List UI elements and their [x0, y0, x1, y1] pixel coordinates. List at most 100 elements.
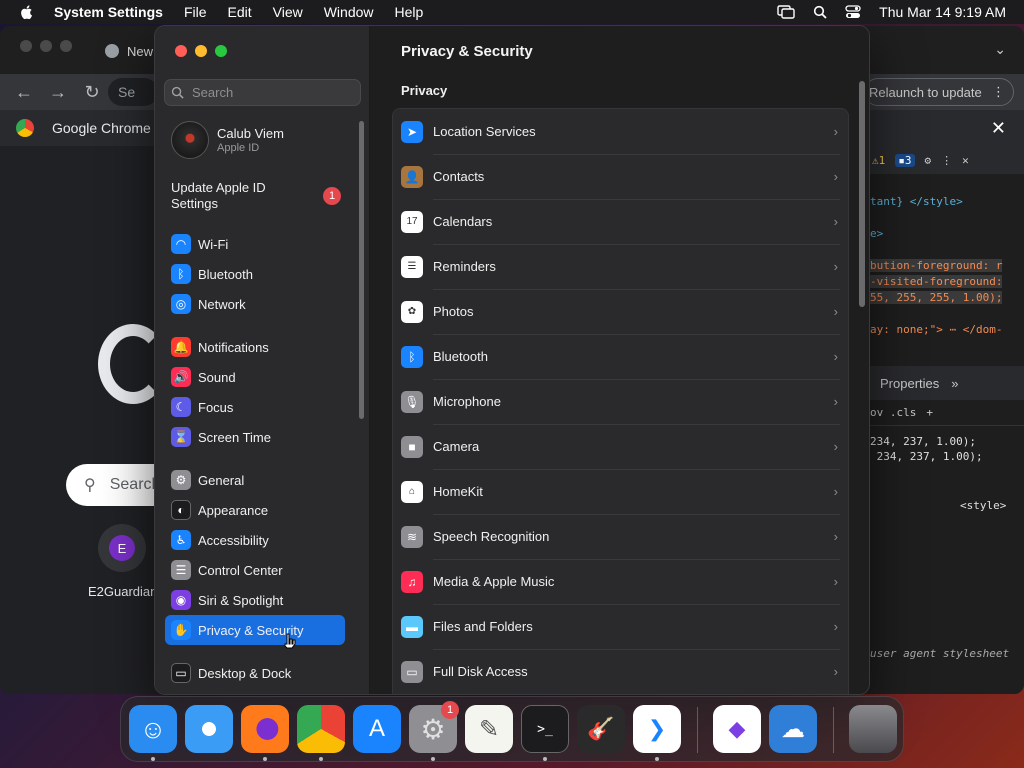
- tab-search-chevron-icon[interactable]: ⌄: [994, 41, 1006, 58]
- menu-edit[interactable]: Edit: [228, 4, 252, 20]
- sidebar-item[interactable]: ᛒ Bluetooth: [165, 259, 345, 289]
- weather-dock-icon[interactable]: ☁: [769, 705, 817, 753]
- menu-help[interactable]: Help: [395, 4, 424, 20]
- sidebar-item[interactable]: ◉ Siri & Spotlight: [165, 585, 345, 615]
- sidebar-search-field[interactable]: Search: [164, 79, 361, 106]
- terminal-dock-icon[interactable]: >_: [521, 705, 569, 753]
- privacy-row[interactable]: 👤 Contacts ›: [393, 154, 850, 199]
- privacy-row[interactable]: ♫ Media & Apple Music ›: [393, 559, 850, 604]
- sidebar-item-label: Appearance: [198, 502, 269, 518]
- chrome-tab-favicon-icon: [105, 44, 119, 58]
- add-rule-icon[interactable]: +: [926, 406, 933, 419]
- sidebar-item[interactable]: ✋ Privacy & Security: [165, 615, 345, 645]
- spotlight-search-icon[interactable]: [813, 5, 827, 19]
- gear-icon: ⚙: [171, 470, 191, 490]
- main-scrollbar[interactable]: [859, 81, 865, 307]
- search-placeholder: Search: [192, 85, 234, 100]
- devtools-close-icon[interactable]: ✕: [962, 154, 969, 167]
- disk-icon: ▭: [401, 660, 423, 683]
- moon-icon: ☾: [171, 397, 191, 417]
- close-button[interactable]: [175, 45, 187, 57]
- devtools-more-icon[interactable]: ⋮: [941, 154, 952, 167]
- safari-dock-icon[interactable]: [185, 705, 233, 753]
- sidebar-item-label: Siri & Spotlight: [198, 592, 284, 608]
- privacy-row[interactable]: ▬ Files and Folders ›: [393, 604, 850, 649]
- sidebar-item[interactable]: ⚙ General: [165, 465, 345, 495]
- shortcut-tile[interactable]: E: [98, 524, 148, 572]
- privacy-row-label: Reminders: [433, 259, 496, 274]
- back-arrow-icon[interactable]: ←: [14, 82, 34, 103]
- sidebar-item[interactable]: ☾ Focus: [165, 392, 345, 422]
- style-tag-label[interactable]: <style>: [960, 498, 1006, 513]
- message-count-badge[interactable]: ▪3: [895, 153, 915, 167]
- finder-dock-icon[interactable]: ☺: [129, 705, 177, 753]
- minimize-button[interactable]: [195, 45, 207, 57]
- chrome-menu-icon[interactable]: ⋮: [992, 84, 1005, 100]
- apple-id-account[interactable]: Calub Viem Apple ID: [171, 120, 361, 160]
- sidebar-scrollbar[interactable]: [359, 121, 364, 419]
- properties-tab[interactable]: Properties: [880, 376, 939, 391]
- app-store-dock-icon[interactable]: A: [353, 705, 401, 753]
- sidebar-item[interactable]: ◠ Wi-Fi: [165, 229, 345, 259]
- apple-menu-icon[interactable]: [19, 4, 35, 20]
- screen-mirroring-icon[interactable]: [777, 5, 795, 19]
- privacy-row-label: Calendars: [433, 214, 493, 229]
- menu-app-name[interactable]: System Settings: [54, 4, 163, 20]
- sidebar-item[interactable]: 🔔 Notifications: [165, 332, 345, 362]
- privacy-row[interactable]: 🎙 Microphone ›: [393, 379, 850, 424]
- relaunch-to-update-button[interactable]: Relaunch to update ⋮: [864, 78, 1014, 106]
- privacy-row[interactable]: ▭ Full Disk Access ›: [393, 649, 850, 694]
- sidebar-item[interactable]: ☰ Control Center: [165, 555, 345, 585]
- devtools-settings-icon[interactable]: ⚙: [925, 154, 932, 167]
- chrome-zoom-button[interactable]: [60, 40, 72, 52]
- garageband-dock-icon[interactable]: 🎸: [577, 705, 625, 753]
- elements-tree[interactable]: tant} </style> e> bution-foreground: r -…: [868, 174, 1024, 358]
- more-tabs-icon[interactable]: »: [951, 376, 958, 391]
- styles-toolbar-text[interactable]: ov .cls: [870, 406, 916, 419]
- search-icon: [171, 86, 184, 99]
- warning-count-badge[interactable]: ⚠1: [872, 154, 885, 167]
- privacy-row[interactable]: 17 Calendars ›: [393, 199, 850, 244]
- vscode-dock-icon[interactable]: ❯: [633, 705, 681, 753]
- menu-view[interactable]: View: [273, 4, 303, 20]
- menu-clock[interactable]: Thu Mar 14 9:19 AM: [879, 4, 1006, 20]
- chrome-minimize-button[interactable]: [40, 40, 52, 52]
- address-bar[interactable]: Se: [108, 78, 158, 106]
- control-center-icon[interactable]: [845, 5, 861, 19]
- chevron-right-icon: ›: [833, 124, 838, 139]
- menu-window[interactable]: Window: [324, 4, 374, 20]
- sidebar-item[interactable]: ◐ Appearance: [165, 495, 345, 525]
- privacy-row[interactable]: ➤ Location Services ›: [393, 109, 850, 154]
- sidebar-item[interactable]: ♿ Accessibility: [165, 525, 345, 555]
- forward-arrow-icon[interactable]: →: [48, 82, 68, 103]
- firefox-dock-icon[interactable]: [241, 705, 289, 753]
- zoom-button[interactable]: [215, 45, 227, 57]
- update-apple-id-settings[interactable]: Update Apple ID Settings 1: [171, 180, 361, 212]
- sidebar-item[interactable]: 🔊 Sound: [165, 362, 345, 392]
- privacy-row[interactable]: ⌂ HomeKit ›: [393, 469, 850, 514]
- pointer-cursor-icon: [284, 633, 296, 649]
- menu-file[interactable]: File: [184, 4, 207, 20]
- privacy-row[interactable]: ᛒ Bluetooth ›: [393, 334, 850, 379]
- privacy-row[interactable]: ☰ Reminders ›: [393, 244, 850, 289]
- calendar-icon: 17: [401, 210, 423, 233]
- sidebar-item[interactable]: ⌛ Screen Time: [165, 422, 345, 452]
- sidebar-item[interactable]: ◎ Network: [165, 289, 345, 319]
- privacy-row[interactable]: ■ Camera ›: [393, 424, 850, 469]
- privacy-row[interactable]: ≋ Speech Recognition ›: [393, 514, 850, 559]
- textedit-dock-icon[interactable]: ✎: [465, 705, 513, 753]
- sidebar-item[interactable]: ▭ Desktop & Dock: [165, 658, 345, 688]
- shortcut-label[interactable]: E2Guardian: [88, 584, 157, 599]
- visual-studio-dock-icon[interactable]: ◆: [713, 705, 761, 753]
- reminders-icon: ☰: [401, 255, 423, 278]
- reload-icon[interactable]: ↻: [82, 82, 102, 103]
- trash-dock-icon[interactable]: [849, 705, 897, 753]
- privacy-row-label: Location Services: [433, 124, 536, 139]
- privacy-row[interactable]: ✿ Photos ›: [393, 289, 850, 334]
- infobar-close-icon[interactable]: ✕: [991, 118, 1006, 139]
- running-indicator: [543, 757, 547, 761]
- chrome-close-button[interactable]: [20, 40, 32, 52]
- bluetooth-icon: ᛒ: [171, 264, 191, 284]
- sidebar-item-label: Focus: [198, 399, 234, 415]
- chrome-dock-icon[interactable]: [297, 705, 345, 753]
